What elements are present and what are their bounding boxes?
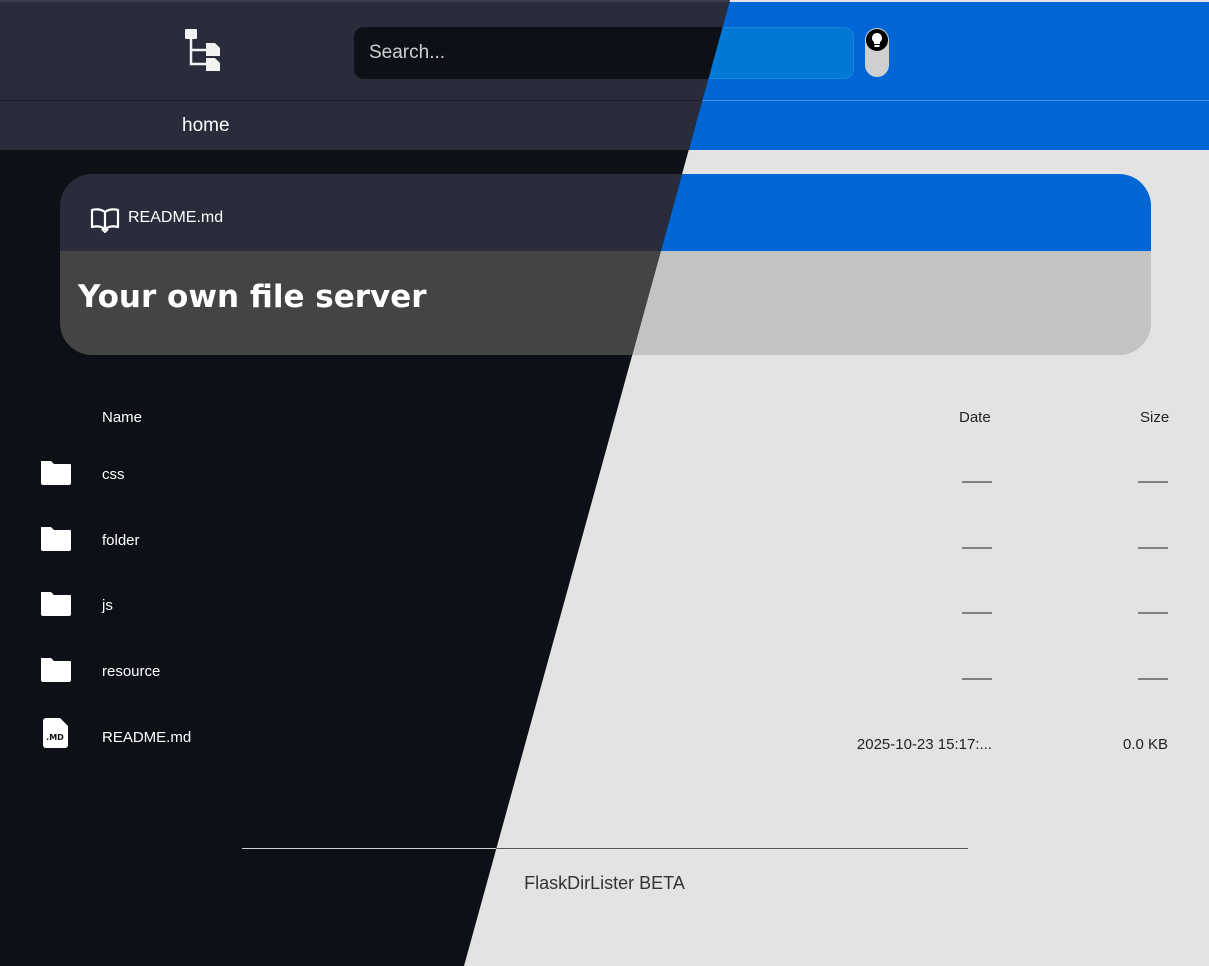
column-header-size[interactable]: Size [1140, 409, 1169, 426]
row-size: —— [1138, 539, 1168, 556]
readme-file-name[interactable]: README.md [128, 209, 223, 227]
row-size: —— [1138, 604, 1168, 621]
folder-icon [40, 456, 72, 488]
breadcrumb-home[interactable]: home [182, 115, 230, 137]
row-date: —— [962, 604, 992, 621]
column-header-name[interactable]: Name [102, 409, 142, 426]
readme-heading: Your own file server [78, 279, 427, 315]
svg-text:.MD: .MD [46, 733, 64, 742]
row-name[interactable]: folder [102, 532, 140, 549]
lightbulb-icon [866, 29, 888, 51]
book-open-icon [90, 207, 120, 234]
folder-icon [40, 587, 72, 619]
row-name[interactable]: README.md [102, 729, 191, 746]
tree-structure-icon[interactable] [184, 28, 224, 72]
row-date: —— [962, 539, 992, 556]
row-size: —— [1138, 670, 1168, 687]
row-date: 2025-10-23 15:17:... [856, 736, 992, 753]
row-date: —— [962, 473, 992, 490]
row-date: —— [962, 670, 992, 687]
row-name[interactable]: resource [102, 663, 160, 680]
row-name[interactable]: js [102, 597, 113, 614]
row-size: —— [1138, 473, 1168, 490]
row-size: 0.0 KB [1122, 736, 1168, 753]
md-file-icon: .MD [42, 717, 74, 749]
folder-icon [40, 653, 72, 685]
folder-icon [40, 522, 72, 554]
column-header-date[interactable]: Date [959, 409, 991, 426]
theme-toggle[interactable] [865, 28, 889, 77]
row-name[interactable]: css [102, 466, 125, 483]
